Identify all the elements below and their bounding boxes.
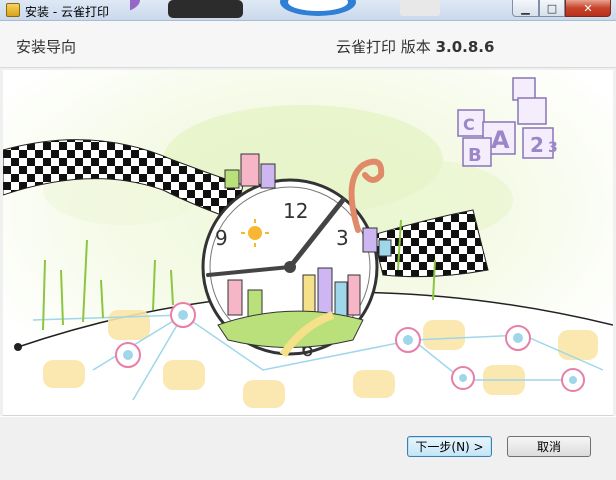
clock-number-9: 9 — [215, 226, 228, 250]
minimize-button[interactable]: ▁ — [512, 0, 539, 17]
version-number: 3.0.8.6 — [435, 38, 495, 56]
cube-letter-c: C — [463, 115, 475, 134]
cube-number-2: 2 — [530, 133, 544, 157]
close-button[interactable]: ✕ — [565, 0, 611, 17]
maximize-icon: □ — [546, 1, 558, 15]
product-name-label: 云雀打印 版本 — [336, 38, 431, 56]
product-version-heading: 云雀打印 版本 3.0.8.6 — [336, 36, 494, 57]
minimize-icon: ▁ — [521, 1, 530, 15]
cube-letter-a: A — [491, 126, 510, 154]
close-icon: ✕ — [583, 1, 593, 15]
wizard-header: 安装导向 云雀打印 版本 3.0.8.6 — [0, 21, 616, 68]
wizard-heading: 安装导向 — [16, 38, 77, 56]
banner-illustration: 12 3 6 9 A B C 2 3 — [3, 70, 613, 415]
next-button[interactable]: 下一步(N) > — [407, 436, 492, 457]
window-title: 安装 - 云雀打印 — [25, 5, 109, 19]
footer-separator — [0, 416, 616, 417]
background-window-graphic — [130, 0, 440, 18]
maximize-button[interactable]: □ — [539, 0, 565, 17]
cube-number-3: 3 — [548, 140, 558, 156]
cancel-button[interactable]: 取消 — [507, 436, 591, 457]
app-icon — [6, 3, 20, 17]
background-window-strip — [130, 0, 450, 20]
title-bar: 安装 - 云雀打印 ▁ □ ✕ — [0, 0, 616, 21]
clock-number-3: 3 — [336, 226, 349, 250]
clock-number-12: 12 — [283, 199, 308, 223]
welcome-banner-image: 12 3 6 9 A B C 2 3 — [3, 70, 613, 416]
cube-letter-b: B — [468, 145, 482, 166]
